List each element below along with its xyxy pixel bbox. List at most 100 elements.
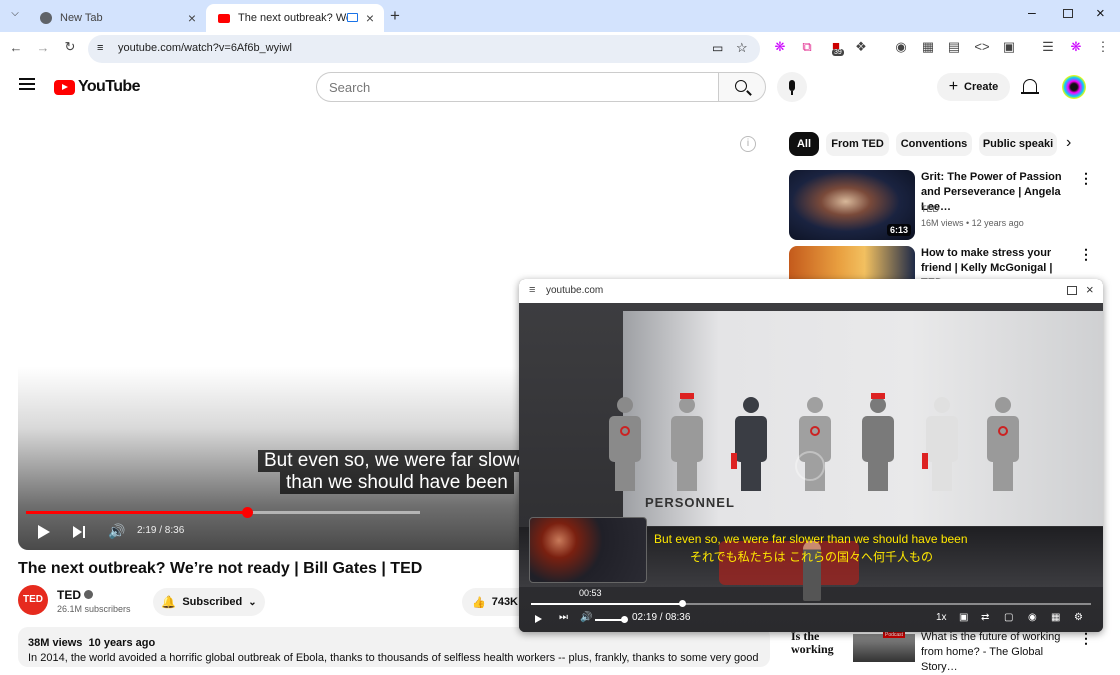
hamburger-menu-icon[interactable] [19, 78, 35, 90]
account-avatar[interactable] [1062, 75, 1086, 99]
location-icon[interactable]: ◉ [891, 39, 911, 55]
pip-japanese-icon[interactable]: ▢ [1004, 612, 1013, 623]
video-player[interactable]: But even so, we were far slowe than we s… [18, 114, 538, 550]
progress-scrubber[interactable] [241, 507, 253, 518]
address-bar[interactable]: ≡ youtube.com/watch?v=6Af6b_wyiwl ▭ ☆ [88, 35, 760, 63]
qr-icon[interactable]: ▦ [918, 39, 938, 55]
extension-colorful-icon[interactable]: ❋ [770, 39, 790, 55]
pip-play-overlay-icon[interactable] [795, 451, 825, 481]
chip-conventions[interactable]: Conventions [896, 132, 972, 156]
thumbnail-text: Is the working [791, 630, 834, 656]
pip-speed-button[interactable]: 1x [936, 612, 947, 623]
chips-next-chevron-icon[interactable]: › [1066, 134, 1071, 152]
volume-icon[interactable]: 🔊 [108, 523, 125, 540]
pip-fit-icon[interactable]: ▦ [1051, 612, 1060, 623]
restore-button[interactable] [1063, 9, 1073, 18]
chip-from-ted[interactable]: From TED [826, 132, 889, 156]
microphone-icon [789, 80, 795, 91]
description-text: In 2014, the world avoided a horrific gl… [28, 652, 760, 664]
back-to-tab-icon[interactable] [1067, 286, 1077, 295]
chip-all[interactable]: All [789, 132, 819, 156]
next-icon-bar [83, 526, 85, 538]
video-thumbnail[interactable] [789, 246, 915, 280]
channel-avatar[interactable]: TED [18, 585, 48, 615]
views-and-date: 38M views 10 years ago [28, 637, 156, 649]
create-label: Create [964, 81, 999, 93]
video-info-icon[interactable]: i [740, 136, 756, 152]
recommendation-title[interactable]: What is the future of working from home?… [921, 630, 1077, 675]
more-actions-icon[interactable]: ⋮ [1079, 246, 1093, 263]
profile-icon[interactable]: ❋ [1066, 39, 1086, 55]
pip-video[interactable]: PERSONNEL 00:53 But even so, we were far… [519, 303, 1103, 632]
next-icon[interactable] [73, 526, 82, 538]
tab-youtube[interactable]: The next outbreak? We're no × [206, 4, 384, 32]
play-icon[interactable] [38, 525, 50, 539]
red-bag [922, 453, 928, 469]
video-thumbnail[interactable]: 6:13 [789, 170, 915, 240]
recommendation-item[interactable]: 6:13 Grit: The Power of Passion and Pers… [789, 170, 1109, 242]
create-button[interactable]: + Create [937, 73, 1010, 101]
more-actions-icon[interactable]: ⋮ [1079, 170, 1093, 187]
preview-thumbnail [529, 517, 647, 583]
site-info-icon[interactable]: ≡ [97, 42, 103, 54]
extension-badge: 39 [832, 49, 844, 56]
pip-window[interactable]: ≡ youtube.com × PERSONNEL 00:53 But even… [519, 279, 1103, 632]
pip-volume-knob[interactable] [621, 616, 628, 623]
tab-search-button[interactable]: ⌵ [6, 8, 24, 24]
pip-screenshot-icon[interactable]: ◉ [1028, 612, 1037, 623]
code-icon[interactable]: <> [972, 39, 992, 54]
subtitle-japanese: それでも私たちは これらの国々へ何千人もの [690, 550, 933, 564]
pip-volume-icon[interactable]: 🔊 [580, 612, 592, 623]
extensions-puzzle-icon[interactable]: ❖ [851, 39, 871, 55]
channel-name[interactable]: TED [57, 588, 81, 602]
pip-translate-icon[interactable]: ⇄ [981, 612, 989, 623]
back-icon[interactable]: ← [6, 40, 26, 55]
pip-play-icon[interactable] [535, 615, 542, 623]
recommendation-channel[interactable]: TED [921, 204, 939, 214]
extension-pink-icon[interactable]: ⧉ [797, 39, 817, 55]
pip-captions-icon[interactable]: ▣ [959, 612, 968, 623]
search-button[interactable] [718, 72, 766, 102]
table-icon[interactable]: ▤ [944, 39, 964, 55]
voice-search-button[interactable] [777, 72, 807, 102]
subscribed-button[interactable]: 🔔 Subscribed ⌄ [153, 588, 265, 616]
red-cross-cap [871, 393, 885, 399]
media-queue-icon[interactable]: ☰ [1038, 39, 1058, 55]
site-info-icon[interactable]: ≡ [529, 284, 535, 296]
pip-settings-gear-icon[interactable]: ⚙ [1074, 612, 1083, 623]
personnel-figure [671, 393, 703, 491]
bookmark-star-icon[interactable]: ☆ [736, 40, 748, 56]
close-window-button[interactable]: × [1096, 5, 1105, 22]
menu-kebab-icon[interactable]: ⋮ [1093, 39, 1113, 55]
pip-site-label: youtube.com [546, 285, 604, 296]
preview-time: 00:53 [579, 588, 602, 598]
youtube-logo[interactable]: YouTube [54, 78, 140, 96]
tab-new-tab[interactable]: New Tab × [28, 4, 206, 32]
search-input[interactable]: Search [316, 72, 718, 102]
close-pip-icon[interactable]: × [1086, 282, 1094, 297]
verified-icon [84, 590, 93, 599]
youtube-favicon-icon [218, 13, 230, 23]
more-actions-icon[interactable]: ⋮ [1079, 630, 1093, 647]
reload-icon[interactable]: ↻ [60, 39, 80, 55]
notifications-bell-icon[interactable] [1023, 79, 1037, 92]
close-tab-icon[interactable]: × [366, 10, 374, 26]
recommendation-title[interactable]: Grit: The Power of Passion and Persevera… [921, 170, 1077, 215]
close-tab-icon[interactable]: × [188, 10, 196, 26]
minimize-button[interactable]: – [1028, 4, 1036, 20]
description-box[interactable]: 38M views 10 years ago In 2014, the worl… [18, 627, 770, 667]
forward-icon[interactable]: → [33, 40, 53, 55]
pip-titlebar[interactable]: ≡ youtube.com × [519, 279, 1103, 303]
chip-public-speaking[interactable]: Public speaki [979, 132, 1057, 156]
recommendation-item[interactable]: Is the working Podcast What is the futur… [789, 630, 1109, 673]
pip-next-icon[interactable]: ⏭ [559, 612, 568, 623]
new-tab-button[interactable]: + [390, 6, 400, 26]
cast-icon[interactable]: ▭ [712, 41, 723, 55]
youtube-logo-text: YouTube [78, 78, 140, 95]
pip-progress-bar[interactable] [531, 600, 1091, 607]
progress-bar[interactable] [26, 507, 420, 518]
screenshot-icon[interactable]: ▣ [999, 39, 1019, 55]
video-thumbnail[interactable]: Is the working Podcast [789, 630, 915, 662]
recommendation-item[interactable]: How to make stress your friend | Kelly M… [789, 246, 1109, 289]
like-button[interactable]: 👍 743K [462, 588, 522, 616]
